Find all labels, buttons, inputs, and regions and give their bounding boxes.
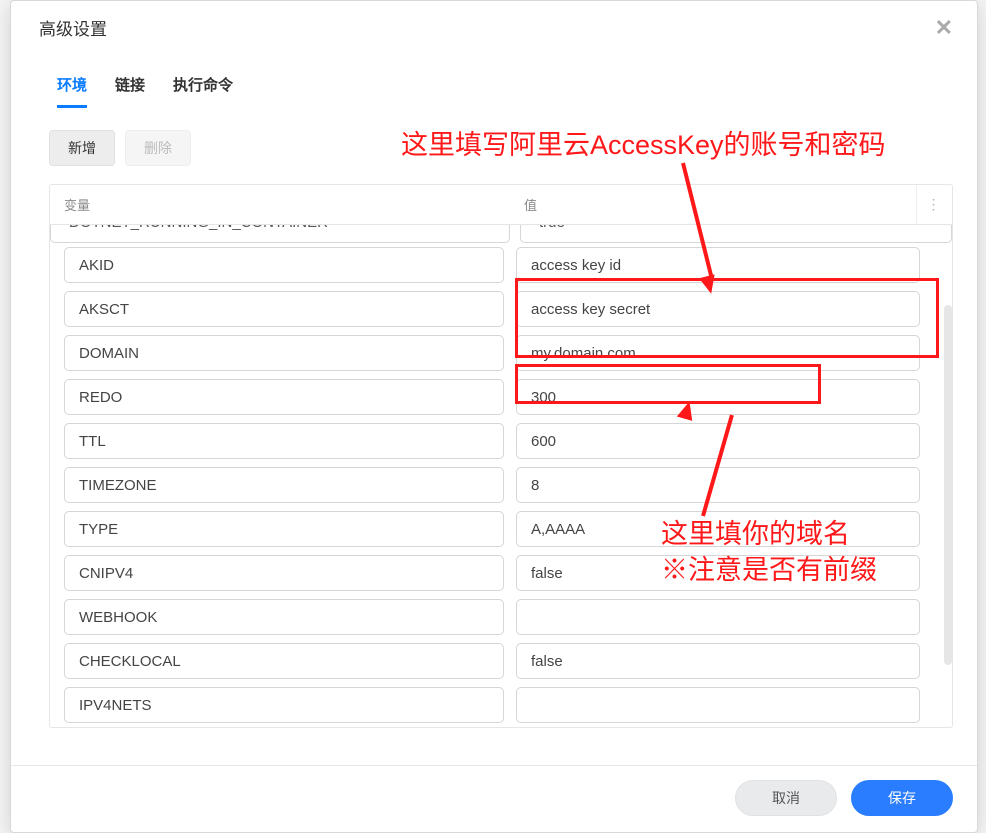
cell-value[interactable]: 300 bbox=[516, 379, 920, 415]
cell-variable[interactable]: WEBHOOK bbox=[64, 599, 504, 635]
cell-var[interactable]: DOTNET_RUNNING_IN_CONTAINER bbox=[50, 225, 510, 243]
table-row: WEBHOOK bbox=[50, 595, 938, 639]
scrollbar-thumb[interactable] bbox=[944, 305, 952, 665]
dialog-title: 高级设置 bbox=[39, 15, 107, 40]
tab-links[interactable]: 链接 bbox=[115, 74, 145, 108]
save-button[interactable]: 保存 bbox=[851, 780, 953, 816]
table-row: AKID access key id bbox=[50, 243, 938, 287]
cell-value[interactable] bbox=[516, 599, 920, 635]
cell-variable[interactable]: TIMEZONE bbox=[64, 467, 504, 503]
cell-value[interactable]: my.domain.com bbox=[516, 335, 920, 371]
cell-variable[interactable]: TTL bbox=[64, 423, 504, 459]
th-value: 值 bbox=[510, 185, 916, 224]
env-table-body: DOTNET_RUNNING_IN_CONTAINER true AKID acc… bbox=[50, 225, 952, 727]
table-row: CHECKLOCAL false bbox=[50, 639, 938, 683]
table-row: AKSCT access key secret bbox=[50, 287, 938, 331]
dialog-header: 高级设置 ✕ bbox=[11, 1, 977, 52]
annotation-bottom-line1: 这里填你的域名 bbox=[661, 519, 850, 549]
cell-val[interactable]: true bbox=[520, 225, 952, 243]
cell-variable[interactable]: CNIPV4 bbox=[64, 555, 504, 591]
dialog-footer: 取消 保存 bbox=[11, 765, 977, 832]
cell-variable[interactable]: DOMAIN bbox=[64, 335, 504, 371]
cell-value[interactable]: access key id bbox=[516, 247, 920, 283]
annotation-top-text: 这里填写阿里云AccessKey的账号和密码 bbox=[401, 123, 886, 162]
cell-value[interactable] bbox=[516, 687, 920, 723]
cell-variable[interactable]: AKID bbox=[64, 247, 504, 283]
table-row: REDO 300 bbox=[50, 375, 938, 419]
annotation-bottom-text: 这里填你的域名 ※注意是否有前缀 bbox=[661, 516, 877, 589]
tab-environment[interactable]: 环境 bbox=[57, 74, 87, 108]
cell-variable[interactable]: CHECKLOCAL bbox=[64, 643, 504, 679]
cell-variable[interactable]: TYPE bbox=[64, 511, 504, 547]
add-button[interactable]: 新增 bbox=[49, 130, 115, 166]
table-header-menu-icon[interactable]: ⋮ bbox=[916, 185, 952, 224]
cell-variable[interactable]: AKSCT bbox=[64, 291, 504, 327]
table-row: IPV4NETS bbox=[50, 683, 938, 727]
cancel-button[interactable]: 取消 bbox=[735, 780, 837, 816]
table-row: TIMEZONE 8 bbox=[50, 463, 938, 507]
env-table: 变量 值 ⋮ DOTNET_RUNNING_IN_CONTAINER true … bbox=[49, 184, 953, 728]
cell-value[interactable]: false bbox=[516, 643, 920, 679]
cell-variable[interactable]: REDO bbox=[64, 379, 504, 415]
cell-value[interactable]: 8 bbox=[516, 467, 920, 503]
tab-exec-command[interactable]: 执行命令 bbox=[173, 74, 233, 108]
advanced-settings-dialog: 高级设置 ✕ 环境 链接 执行命令 新增 删除 变量 值 ⋮ DOTNET_RU… bbox=[10, 0, 978, 833]
th-variable: 变量 bbox=[50, 185, 510, 224]
close-icon[interactable]: ✕ bbox=[935, 17, 953, 39]
table-row: DOMAIN my.domain.com bbox=[50, 331, 938, 375]
delete-button: 删除 bbox=[125, 130, 191, 166]
table-row: TTL600 bbox=[50, 419, 938, 463]
annotation-bottom-line2: ※注意是否有前缀 bbox=[661, 555, 877, 585]
tabs: 环境 链接 执行命令 bbox=[11, 52, 977, 108]
cell-value[interactable]: access key secret bbox=[516, 291, 920, 327]
cell-variable[interactable]: IPV4NETS bbox=[64, 687, 504, 723]
table-row-cut: DOTNET_RUNNING_IN_CONTAINER true bbox=[50, 225, 952, 243]
env-table-header: 变量 值 ⋮ bbox=[50, 185, 952, 225]
